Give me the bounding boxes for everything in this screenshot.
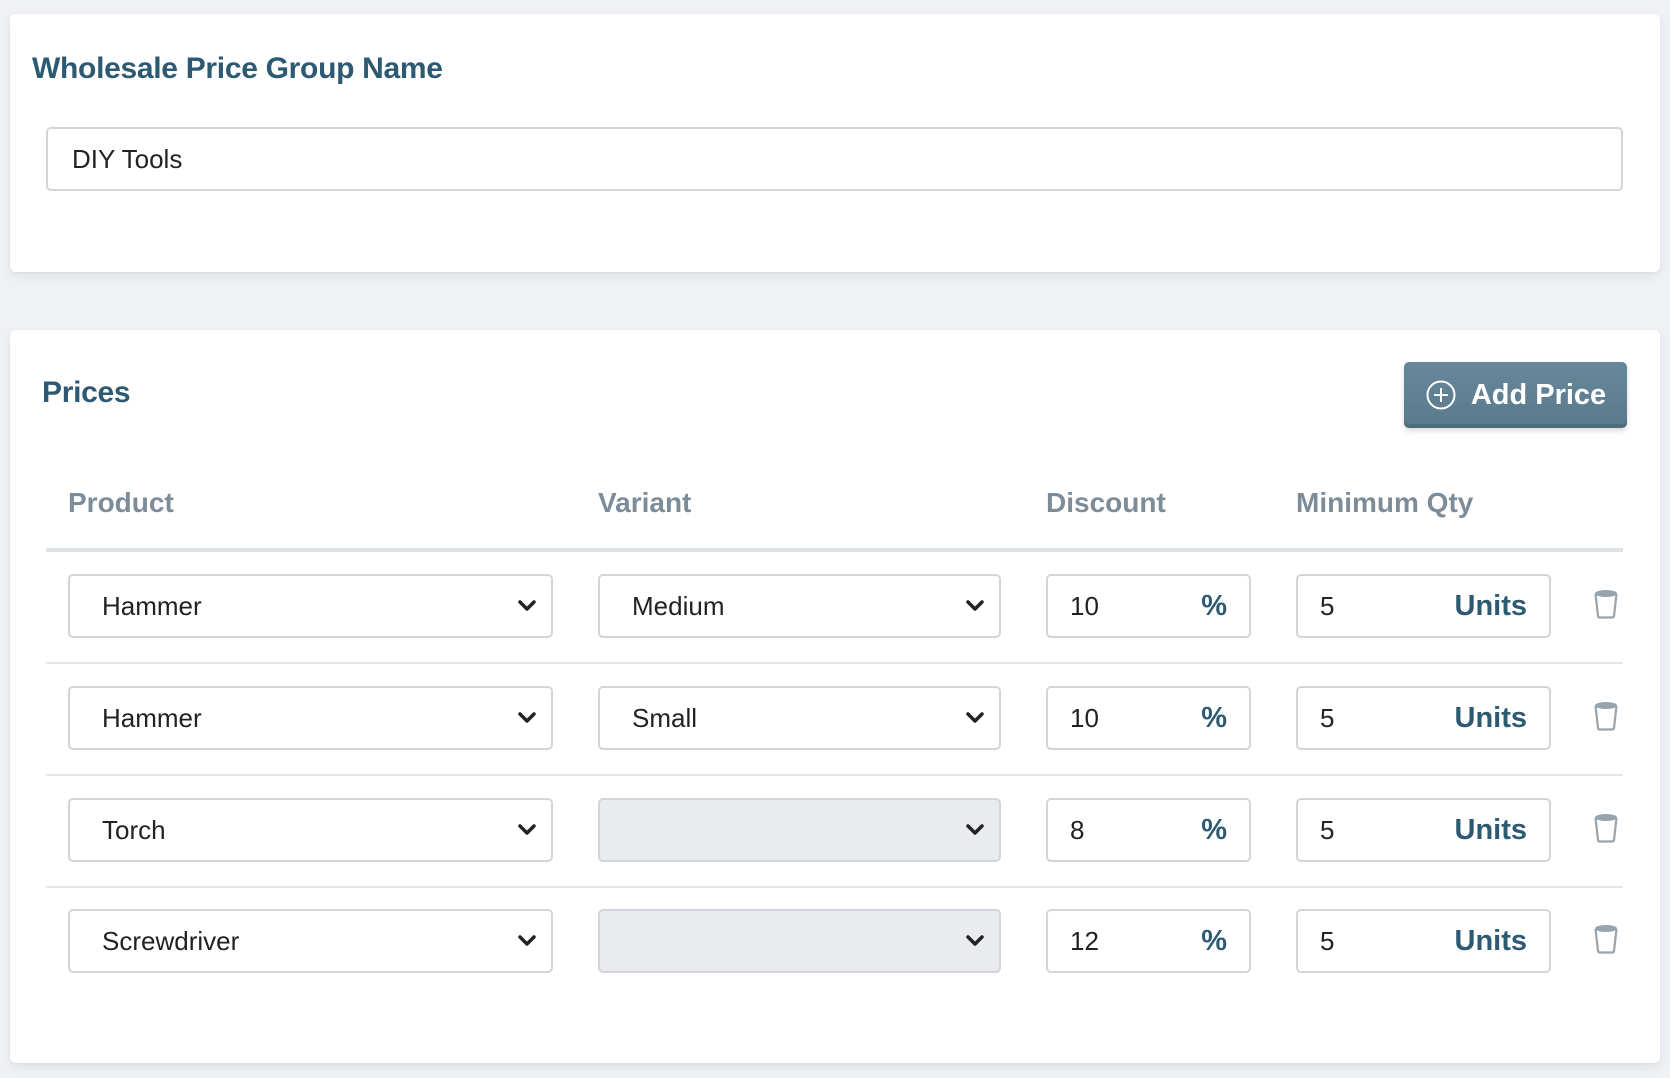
group-name-input[interactable]: [46, 127, 1623, 191]
column-header-discount: Discount: [1046, 487, 1166, 518]
discount-suffix: %: [1201, 701, 1227, 734]
chevron-down-icon: [966, 712, 984, 723]
product-select-value: Screwdriver: [102, 925, 240, 956]
minimum-qty-value: 5: [1320, 702, 1335, 733]
column-header-variant: Variant: [598, 487, 692, 518]
product-select[interactable]: Screwdriver: [68, 909, 553, 973]
chevron-down-icon: [518, 824, 536, 835]
trash-icon[interactable]: [1593, 701, 1619, 731]
discount-value: 12: [1070, 925, 1099, 956]
variant-select-value: Small: [632, 702, 698, 733]
product-select-value: Hammer: [102, 702, 202, 733]
discount-input[interactable]: 12%: [1046, 909, 1251, 973]
minimum-qty-input[interactable]: 5 Units: [1296, 909, 1551, 973]
add-price-button[interactable]: Add Price: [1404, 362, 1627, 428]
minimum-qty-input[interactable]: 5 Units: [1296, 686, 1551, 750]
add-price-label: Add Price: [1470, 378, 1607, 411]
discount-input[interactable]: 8%: [1046, 798, 1251, 862]
group-name-title: Wholesale Price Group Name: [32, 52, 443, 85]
discount-suffix: %: [1201, 924, 1227, 957]
minimum-qty-input[interactable]: 5 Units: [1296, 574, 1551, 638]
row-divider: [46, 774, 1623, 776]
row-divider: [46, 886, 1623, 888]
chevron-down-icon: [966, 935, 984, 946]
header-divider: [46, 548, 1623, 552]
discount-suffix: %: [1201, 813, 1227, 846]
product-select[interactable]: Hammer: [68, 574, 553, 638]
minimum-qty-suffix: Units: [1454, 701, 1528, 734]
variant-select-value: Medium: [632, 590, 725, 621]
variant-select[interactable]: Small: [598, 686, 1001, 750]
product-select-value: Hammer: [102, 590, 202, 621]
discount-input[interactable]: 10%: [1046, 686, 1251, 750]
variant-select: [598, 909, 1001, 973]
chevron-down-icon: [518, 600, 536, 611]
discount-value: 10: [1070, 702, 1099, 733]
minimum-qty-value: 5: [1320, 925, 1335, 956]
chevron-down-icon: [966, 600, 984, 611]
trash-icon[interactable]: [1593, 924, 1619, 954]
minimum-qty-value: 5: [1320, 814, 1335, 845]
chevron-down-icon: [518, 935, 536, 946]
product-select[interactable]: Torch: [68, 798, 553, 862]
column-header-minimum-qty: Minimum Qty: [1296, 487, 1474, 518]
column-header-product: Product: [68, 487, 174, 518]
discount-input[interactable]: 10%: [1046, 574, 1251, 638]
minimum-qty-input[interactable]: 5 Units: [1296, 798, 1551, 862]
discount-value: 8: [1070, 814, 1085, 845]
minimum-qty-suffix: Units: [1454, 589, 1528, 622]
chevron-down-icon: [966, 824, 984, 835]
discount-suffix: %: [1201, 589, 1227, 622]
minimum-qty-suffix: Units: [1454, 813, 1528, 846]
trash-icon[interactable]: [1593, 813, 1619, 843]
variant-select: [598, 798, 1001, 862]
chevron-down-icon: [518, 712, 536, 723]
minimum-qty-suffix: Units: [1454, 924, 1528, 957]
row-divider: [46, 662, 1623, 664]
discount-value: 10: [1070, 590, 1099, 621]
minimum-qty-value: 5: [1320, 590, 1335, 621]
product-select-value: Torch: [102, 814, 166, 845]
plus-circle-icon: [1426, 380, 1456, 410]
product-select[interactable]: Hammer: [68, 686, 553, 750]
variant-select[interactable]: Medium: [598, 574, 1001, 638]
prices-title: Prices: [42, 376, 131, 409]
trash-icon[interactable]: [1593, 589, 1619, 619]
